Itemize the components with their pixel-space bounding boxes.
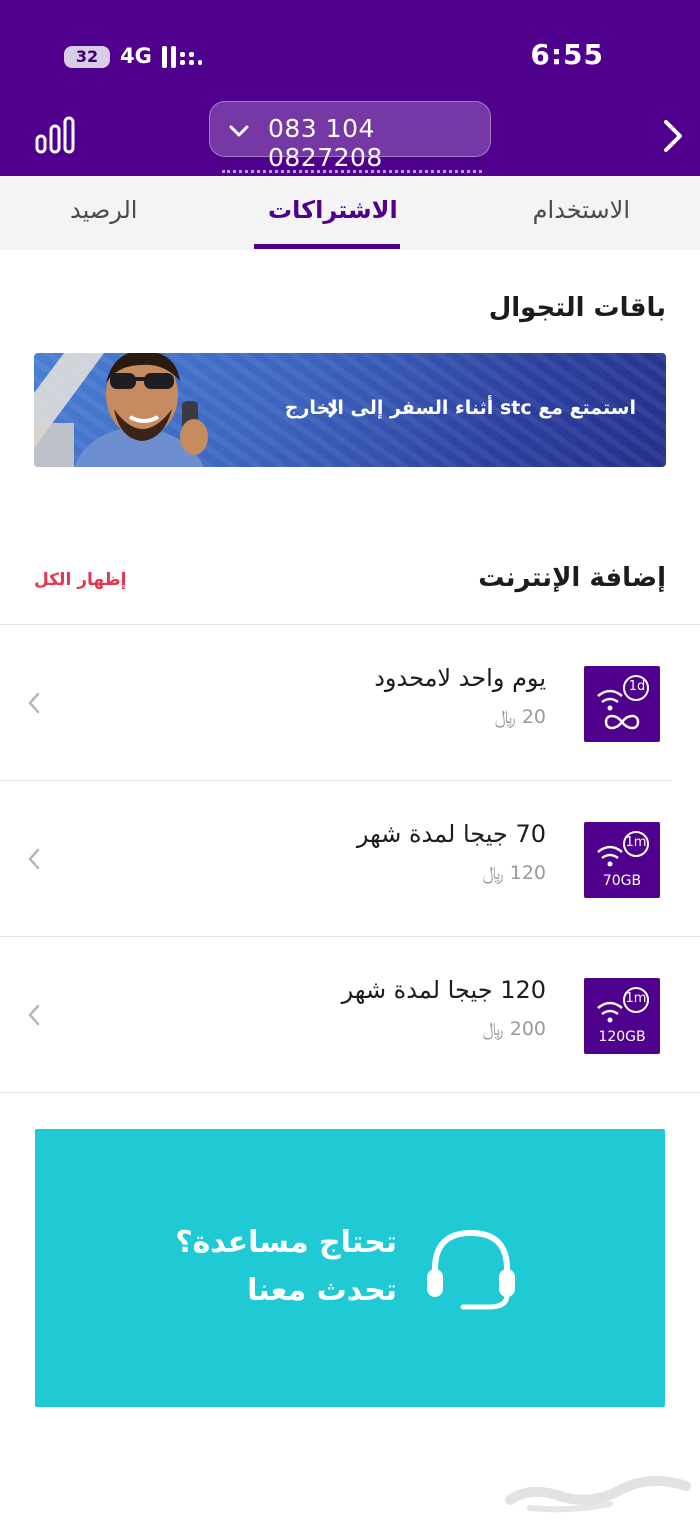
- battery-indicator: 32: [64, 46, 110, 68]
- addon-name: 70 جيجا لمدة شهر: [356, 820, 546, 848]
- tab-subscriptions[interactable]: الاشتراكات: [268, 196, 398, 224]
- headset-icon: [427, 1229, 515, 1310]
- tab-bar: الاستخدام الاشتراكات الرصيد: [0, 176, 700, 250]
- status-time: 6:55: [530, 38, 604, 71]
- addon-duration-badge: 1m: [625, 835, 647, 850]
- help-title: تحتاج مساعدة؟: [175, 1225, 397, 1260]
- addon-duration-badge: 1m: [625, 991, 647, 1006]
- chevron-left-icon: [28, 1004, 40, 1026]
- chevron-down-icon: [229, 125, 249, 137]
- addon-row[interactable]: 1m 120GB 120 جيجا لمدة شهر 200 ﷼: [0, 936, 700, 1092]
- addon-caption: 70GB: [602, 873, 642, 889]
- network-type: 4G: [120, 44, 152, 68]
- tab-usage[interactable]: الاستخدام: [533, 196, 630, 224]
- addon-thumb: 1m 120GB: [584, 978, 660, 1054]
- addon-row[interactable]: 1d يوم واحد لامحدود 20 ﷼: [0, 624, 700, 780]
- addon-duration-badge: 1d: [628, 679, 646, 694]
- phone-number-selector[interactable]: 083 104 0827208: [209, 101, 491, 172]
- help-card[interactable]: تحتاج مساعدة؟ تحدث معنا: [35, 1129, 665, 1407]
- help-subtitle: تحدث معنا: [247, 1273, 397, 1308]
- addon-thumb: 1d: [584, 666, 660, 742]
- usage-chart-icon[interactable]: [34, 114, 76, 156]
- roaming-banner[interactable]: استمتع مع stc أثناء السفر إلى الخارج: [34, 353, 666, 467]
- app-header: 32 4G 6:55 083 104 0827208: [0, 0, 700, 176]
- roaming-section-title: باقات التجوال: [488, 293, 666, 323]
- addon-thumb: 1m 70GB: [584, 822, 660, 898]
- tab-balance[interactable]: الرصيد: [70, 196, 137, 224]
- addon-row[interactable]: 1m 70GB 70 جيجا لمدة شهر 120 ﷼: [0, 780, 700, 936]
- chevron-left-icon: [28, 848, 40, 870]
- addon-price: 200 ﷼: [482, 1018, 546, 1040]
- addon-name: 120 جيجا لمدة شهر: [341, 976, 546, 1004]
- phone-number: 083 104 0827208: [268, 114, 383, 172]
- chevron-left-icon: [28, 692, 40, 714]
- watermark-logo: [505, 1475, 691, 1513]
- addon-name: يوم واحد لامحدود: [374, 664, 546, 692]
- traveler-photo: [34, 353, 208, 467]
- infinity-icon: [597, 675, 649, 730]
- addon-price: 120 ﷼: [482, 862, 546, 884]
- active-tab-indicator: [254, 244, 400, 249]
- chevron-right-icon[interactable]: [660, 116, 686, 156]
- addon-price: 20 ﷼: [494, 706, 546, 728]
- signal-icon: [162, 46, 202, 68]
- internet-addons-title: إضافة الإنترنت: [478, 563, 666, 593]
- show-all-link[interactable]: إظهار الكل: [34, 570, 126, 590]
- addon-caption: 120GB: [598, 1029, 646, 1045]
- roaming-banner-text: استمتع مع stc أثناء السفر إلى الخارج: [284, 397, 636, 419]
